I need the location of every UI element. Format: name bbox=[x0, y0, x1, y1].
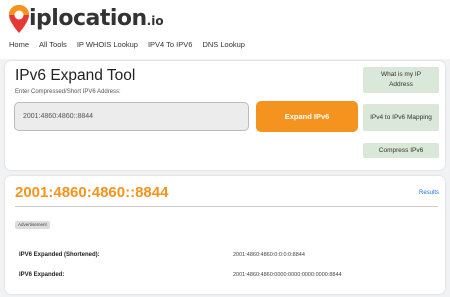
location-pin-icon bbox=[9, 5, 29, 33]
ipv4-to-ipv6-mapping-button[interactable]: IPv4 to IPv6 Mapping bbox=[363, 104, 439, 131]
expanded-value: 2001:4860:4860:0000:0000:0000:0000:8844 bbox=[233, 272, 342, 278]
logo-brand: iplocation bbox=[29, 6, 147, 31]
results-link[interactable]: Results bbox=[419, 190, 439, 196]
expand-ipv6-button[interactable]: Expand IPv6 bbox=[256, 101, 358, 132]
nav-all-tools[interactable]: All Tools bbox=[39, 40, 67, 49]
input-label: Enter Compressed/Short IPV6 Address: bbox=[15, 89, 121, 95]
nav-home[interactable]: Home bbox=[9, 40, 29, 49]
expanded-label: IPV6 Expanded: bbox=[19, 272, 65, 278]
logo-tld: .io bbox=[146, 14, 164, 28]
page-title: IPv6 Expand Tool bbox=[15, 67, 136, 84]
nav-ip-whois-lookup[interactable]: IP WHOIS Lookup bbox=[77, 40, 138, 49]
nav-ipv4-to-ipv6[interactable]: IPV4 To IPV6 bbox=[148, 40, 192, 49]
compress-ipv6-button[interactable]: Compress IPv6 bbox=[363, 143, 439, 158]
expanded-shortened-label: IPV6 Expanded (Shortened): bbox=[19, 252, 100, 258]
ipv6-address-input[interactable]: 2001:4860:4860::8844 bbox=[14, 102, 249, 131]
top-header: iplocation.io Home All Tools IP WHOIS Lo… bbox=[0, 0, 450, 59]
result-divider bbox=[15, 206, 438, 207]
main-nav: Home All Tools IP WHOIS Lookup IPV4 To I… bbox=[9, 40, 255, 49]
expanded-shortened-value: 2001:4860:4860:0:0:0:0:8844 bbox=[233, 252, 305, 258]
nav-dns-lookup[interactable]: DNS Lookup bbox=[202, 40, 245, 49]
logo-text: iplocation.io bbox=[29, 5, 164, 35]
result-title: 2001:4860:4860::8844 bbox=[15, 184, 169, 201]
advertisement-badge: Advertisement bbox=[15, 221, 50, 229]
what-is-my-ip-button[interactable]: What is my IP Address bbox=[363, 67, 439, 93]
